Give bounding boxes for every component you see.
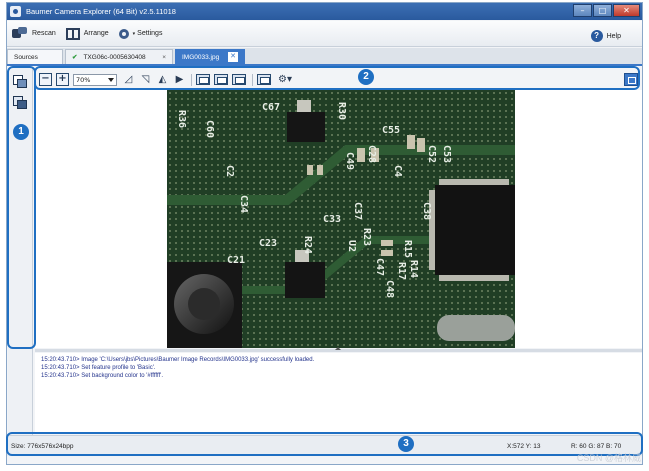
image-size-status: Size: 776x576x24bpp (11, 443, 74, 450)
log-entry: 15:20:43.710> Set feature profile to 'Ba… (41, 365, 156, 371)
arrange-label: Arrange (83, 30, 109, 37)
silkscreen-label: C34 (238, 195, 249, 214)
silkscreen-label: C49 (344, 152, 355, 171)
silkscreen-label: C60 (204, 120, 215, 139)
rotate-left-icon[interactable]: ◿ (123, 74, 134, 85)
silkscreen-label: C21 (227, 255, 246, 266)
sidebar-button-copy[interactable] (12, 74, 28, 89)
close-tab-icon[interactable]: ✕ (228, 52, 238, 62)
silkscreen-label: C23 (259, 238, 278, 249)
silkscreen-label: C33 (323, 214, 342, 225)
main-toolbar: Rescan Arrange ▾ Settings ? Help (7, 21, 642, 47)
silkscreen-label: C53 (441, 145, 452, 164)
silkscreen-label: C2 (224, 165, 235, 178)
silkscreen-label: R14 (408, 260, 419, 279)
silkscreen-label: C47 (374, 258, 385, 277)
detach-view-icon[interactable] (624, 73, 638, 86)
help-label: Help (606, 32, 621, 40)
silkscreen-label: C4 (392, 165, 403, 178)
silkscreen-label: C52 (426, 145, 437, 164)
image-settings-gear-icon[interactable]: ⚙▾ (277, 74, 293, 85)
flip-vertical-icon[interactable]: ▶ (174, 74, 185, 85)
callout-badge-3: 3 (398, 436, 414, 452)
zoom-value: 70% (76, 75, 91, 84)
sidebar-button-save[interactable] (12, 95, 28, 110)
tab-sources[interactable]: Sources (7, 49, 63, 64)
cursor-position-status: X:572 Y: 13 (507, 443, 541, 450)
help-icon: ? (590, 30, 603, 42)
maximize-button[interactable]: □ (593, 4, 612, 17)
application-window: Baumer Camera Explorer (64 Bit) v2.5.110… (6, 2, 643, 465)
silkscreen-label: R36 (176, 110, 187, 129)
settings-dropdown-arrow-icon: ▾ (132, 30, 136, 37)
silkscreen-label: C28 (366, 145, 377, 164)
image-toolbar: − + 70% ◿ ◹ ◭ ▶ ⚙▾ (35, 70, 642, 89)
help-button[interactable]: ? Help (586, 25, 626, 47)
watermark-text: CSDN @格林威 (576, 453, 641, 463)
toolbar-divider (252, 73, 253, 86)
silkscreen-label: R23 (361, 228, 372, 247)
toolbar-divider (191, 73, 192, 86)
title-bar: Baumer Camera Explorer (64 Bit) v2.5.110… (7, 3, 642, 20)
log-splitter[interactable] (35, 347, 642, 352)
zoom-select[interactable]: 70% (73, 73, 117, 86)
tab-image[interactable]: IMG0033.jpg ✕ (175, 49, 245, 64)
event-log: 15:20:43.710> Image 'C:\Users\jbs\Pictur… (35, 353, 642, 433)
histogram-icon[interactable] (257, 74, 271, 85)
silkscreen-label: R24 (302, 236, 313, 255)
fit-window-icon[interactable] (196, 74, 210, 85)
silkscreen-label: R15 (402, 240, 413, 259)
callout-badge-1: 1 (13, 124, 29, 140)
rescan-icon (12, 27, 28, 40)
close-window-button[interactable]: ✕ (613, 4, 640, 17)
zoom-out-button[interactable]: − (39, 73, 52, 86)
log-entry: 15:20:43.710> Set background color to '#… (41, 373, 163, 379)
check-icon: ✔ (72, 54, 78, 61)
chevron-down-icon (108, 77, 114, 82)
flip-horizontal-icon[interactable]: ◭ (157, 74, 168, 85)
tab-camera-label: TXG06c-0005630408 (83, 53, 146, 61)
gear-icon (118, 28, 129, 39)
rotate-right-icon[interactable]: ◹ (140, 74, 151, 85)
silkscreen-label: C55 (382, 125, 401, 136)
silkscreen-label: U2 (346, 240, 357, 253)
window-controls: – □ ✕ (573, 4, 640, 17)
silkscreen-label: R17 (396, 262, 407, 281)
status-bar: Size: 776x576x24bpp X:572 Y: 13 R: 60 G:… (7, 435, 642, 456)
image-viewer[interactable]: R36 C67 R30 C60 C55 C49 C28 C52 C53 C34 C4 C2 C38 C33… (35, 90, 642, 348)
silkscreen-label: C37 (352, 202, 363, 221)
tab-sources-label: Sources (14, 53, 38, 61)
pixel-color-status: R: 60 G: 87 B: 70 (571, 443, 622, 450)
minimize-button[interactable]: – (573, 4, 592, 17)
tab-image-label: IMG0033.jpg (182, 53, 220, 61)
rescan-label: Rescan (32, 30, 56, 37)
zoom-in-button[interactable]: + (56, 73, 69, 86)
log-entry: 15:20:43.710> Image 'C:\Users\jbs\Pictur… (41, 357, 315, 363)
settings-menu[interactable]: ▾ Settings (114, 23, 168, 45)
arrange-button[interactable]: Arrange (61, 23, 114, 45)
app-logo-icon (10, 6, 21, 17)
document-tabs: Sources ✔ TXG06c-0005630408 × IMG0033.jp… (7, 48, 642, 66)
arrange-icon (65, 27, 80, 40)
window-title: Baumer Camera Explorer (64 Bit) v2.5.110… (26, 7, 176, 16)
tab-camera[interactable]: ✔ TXG06c-0005630408 × (65, 49, 173, 64)
actual-size-icon[interactable] (214, 74, 228, 85)
settings-label: Settings (137, 30, 163, 37)
silkscreen-label: C67 (262, 102, 281, 113)
close-tab-icon[interactable]: × (162, 54, 166, 61)
silkscreen-label: C38 (421, 202, 432, 221)
silkscreen-label: C48 (384, 280, 395, 299)
fullscreen-icon[interactable] (232, 74, 246, 85)
camera-image: R36 C67 R30 C60 C55 C49 C28 C52 C53 C34 C4 C2 C38 C33… (167, 90, 515, 348)
rescan-button[interactable]: Rescan (7, 23, 61, 45)
silkscreen-label: R30 (336, 102, 347, 121)
callout-badge-2: 2 (358, 69, 374, 85)
